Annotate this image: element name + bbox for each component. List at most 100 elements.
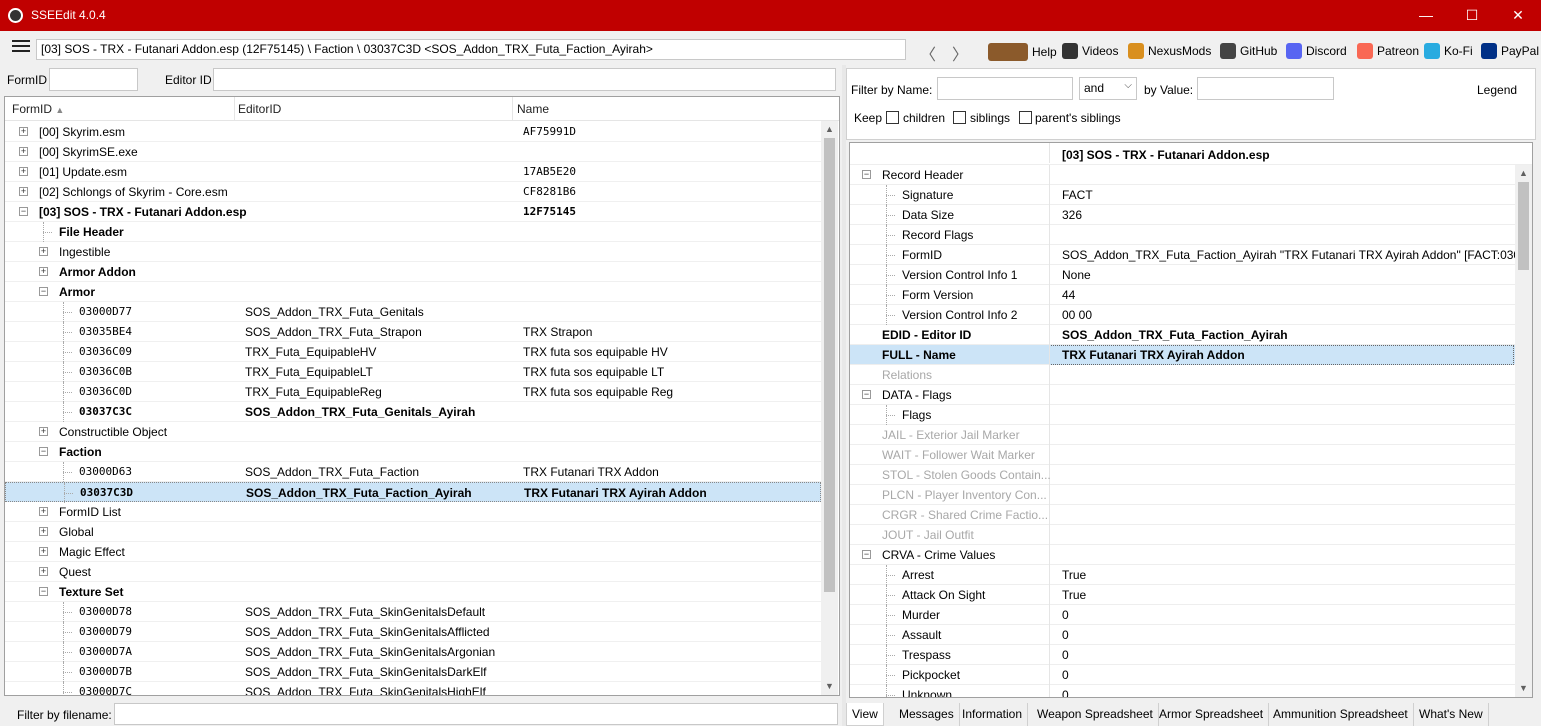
collapse-icon[interactable]: − [862, 390, 871, 399]
filename-filter-input[interactable] [114, 703, 838, 725]
record-field-row[interactable]: − DATA - Flags [850, 385, 1516, 405]
record-field-row[interactable]: − CRVA - Crime Values [850, 545, 1516, 565]
record-field-row[interactable]: EDID - Editor ID SOS_Addon_TRX_Futa_Facti… [850, 325, 1516, 345]
link-ko-fi[interactable]: Ko-Fi [1424, 43, 1473, 59]
tree-row[interactable]: 03035BE4 SOS_Addon_TRX_Futa_Strapon TRX St… [5, 322, 821, 342]
record-field-row[interactable]: Relations [850, 365, 1516, 385]
record-field-row[interactable]: Signature FACT [850, 185, 1516, 205]
tree-row[interactable]: File Header [5, 222, 821, 242]
tree-row[interactable]: − Faction [5, 442, 821, 462]
tree-row[interactable]: 03000D63 SOS_Addon_TRX_Futa_Faction TRX Fu… [5, 462, 821, 482]
link-videos[interactable]: Videos [1062, 43, 1118, 59]
scroll-thumb[interactable] [1518, 182, 1529, 270]
record-field-row[interactable]: Version Control Info 2 00 00 [850, 305, 1516, 325]
tree-row[interactable]: 03000D79 SOS_Addon_TRX_Futa_SkinGenitalsA… [5, 622, 821, 642]
record-field-row[interactable]: JAIL - Exterior Jail Marker [850, 425, 1516, 445]
tree-row[interactable]: 03000D78 SOS_Addon_TRX_Futa_SkinGenitalsD… [5, 602, 821, 622]
link-patreon[interactable]: Patreon [1357, 43, 1419, 59]
record-field-row[interactable]: Attack On Sight True [850, 585, 1516, 605]
expand-icon[interactable]: + [39, 247, 48, 256]
scroll-up-icon[interactable]: ▲ [1515, 165, 1532, 182]
expand-icon[interactable]: + [19, 167, 28, 176]
link-paypal[interactable]: PayPal [1481, 43, 1539, 59]
tree-row[interactable]: + Constructible Object [5, 422, 821, 442]
tree-row[interactable]: + FormID List [5, 502, 821, 522]
maximize-button[interactable]: ☐ [1449, 0, 1495, 31]
expand-icon[interactable]: + [39, 527, 48, 536]
tree-row[interactable]: − [03] SOS - TRX - Futanari Addon.esp 12F7… [5, 202, 821, 222]
parents-siblings-checkbox[interactable] [1019, 111, 1032, 124]
minimize-button[interactable]: — [1403, 0, 1449, 31]
record-scrollbar[interactable]: ▲ ▼ [1515, 165, 1532, 697]
tree-row[interactable]: + [01] Update.esm 17AB5E20 [5, 162, 821, 182]
tab-information[interactable]: Information [957, 703, 1029, 726]
record-field-row[interactable]: Flags [850, 405, 1516, 425]
back-arrow-icon[interactable]: 〈 [920, 41, 936, 65]
pane-splitter[interactable] [842, 65, 846, 726]
expand-icon[interactable]: + [39, 547, 48, 556]
editorid-input[interactable] [213, 68, 836, 91]
scroll-thumb[interactable] [824, 138, 835, 592]
record-field-row[interactable]: CRGR - Shared Crime Factio... [850, 505, 1516, 525]
scroll-down-icon[interactable]: ▼ [821, 678, 838, 695]
filter-name-input[interactable] [937, 77, 1073, 100]
record-field-row[interactable]: WAIT - Follower Wait Marker [850, 445, 1516, 465]
forward-arrow-icon[interactable]: 〉 [952, 41, 968, 65]
record-field-row[interactable]: JOUT - Jail Outfit [850, 525, 1516, 545]
tab-ammunition-spreadsheet[interactable]: Ammunition Spreadsheet [1268, 703, 1414, 726]
record-field-row[interactable]: Pickpocket 0 [850, 665, 1516, 685]
tree-row[interactable]: + Armor Addon [5, 262, 821, 282]
collapse-icon[interactable]: − [862, 170, 871, 179]
record-field-row[interactable]: Form Version 44 [850, 285, 1516, 305]
scroll-down-icon[interactable]: ▼ [1515, 680, 1532, 697]
expand-icon[interactable]: + [39, 567, 48, 576]
record-field-row[interactable]: PLCN - Player Inventory Con... [850, 485, 1516, 505]
logic-select[interactable]: and ⌵ [1079, 77, 1137, 100]
link-nexusmods[interactable]: NexusMods [1128, 43, 1211, 59]
tree-row[interactable]: 03000D7A SOS_Addon_TRX_Futa_SkinGenitalsA… [5, 642, 821, 662]
tab-weapon-spreadsheet[interactable]: Weapon Spreadsheet [1032, 703, 1159, 726]
tab-what-s-new[interactable]: What's New [1414, 703, 1489, 726]
tree-row[interactable]: + Global [5, 522, 821, 542]
collapse-icon[interactable]: − [19, 207, 28, 216]
record-field-row[interactable]: FormID SOS_Addon_TRX_Futa_Faction_Ayirah … [850, 245, 1532, 265]
tab-armor-spreadsheet[interactable]: Armor Spreadsheet [1154, 703, 1270, 726]
record-field-row[interactable]: Murder 0 [850, 605, 1516, 625]
expand-icon[interactable]: + [39, 267, 48, 276]
tree-row[interactable]: 03000D77 SOS_Addon_TRX_Futa_Genitals [5, 302, 821, 322]
record-field-row[interactable]: Arrest True [850, 565, 1516, 585]
column-name[interactable]: Name [517, 102, 549, 116]
tree-row[interactable]: 03037C3D SOS_Addon_TRX_Futa_Faction_Ayira… [5, 482, 821, 503]
record-field-row[interactable]: − Record Header [850, 165, 1516, 185]
expand-icon[interactable]: + [39, 427, 48, 436]
tab-view[interactable]: View [846, 703, 884, 726]
collapse-icon[interactable]: − [862, 550, 871, 559]
record-field-row[interactable]: STOL - Stolen Goods Contain... [850, 465, 1516, 485]
tree-row[interactable]: + Quest [5, 562, 821, 582]
tree-row[interactable]: 03037C3C SOS_Addon_TRX_Futa_Genitals_Ayir… [5, 402, 821, 422]
siblings-checkbox[interactable] [953, 111, 966, 124]
filter-value-input[interactable] [1197, 77, 1334, 100]
tree-row[interactable]: + [00] Skyrim.esm AF75991D [5, 122, 821, 142]
tree-row[interactable]: 03036C0B TRX_Futa_EquipableLT TRX futa sos… [5, 362, 821, 382]
record-field-row[interactable]: Version Control Info 1 None [850, 265, 1516, 285]
tree-row[interactable]: 03036C09 TRX_Futa_EquipableHV TRX futa sos… [5, 342, 821, 362]
tab-messages[interactable]: Messages [894, 703, 960, 726]
record-path-field[interactable]: [03] SOS - TRX - Futanari Addon.esp (12F… [36, 39, 906, 60]
tree-row[interactable]: + [02] Schlongs of Skyrim - Core.esm CF828… [5, 182, 821, 202]
expand-icon[interactable]: + [39, 507, 48, 516]
record-field-row[interactable]: Trespass 0 [850, 645, 1516, 665]
tree-row[interactable]: + Ingestible [5, 242, 821, 262]
legend-link[interactable]: Legend [1477, 83, 1517, 97]
link-github[interactable]: GitHub [1220, 43, 1277, 59]
column-formid[interactable]: FormID ▲ [12, 102, 64, 116]
expand-icon[interactable]: + [19, 147, 28, 156]
tree-row[interactable]: + Magic Effect [5, 542, 821, 562]
record-field-row[interactable]: FULL - Name TRX Futanari TRX Ayirah Addon [850, 345, 1516, 365]
record-field-row[interactable]: Data Size 326 [850, 205, 1516, 225]
record-field-row[interactable]: Unknown 0 [850, 685, 1516, 697]
tree-row[interactable]: 03000D7B SOS_Addon_TRX_Futa_SkinGenitalsD… [5, 662, 821, 682]
tree-scrollbar[interactable]: ▲ ▼ [821, 121, 838, 695]
collapse-icon[interactable]: − [39, 587, 48, 596]
children-checkbox[interactable] [886, 111, 899, 124]
